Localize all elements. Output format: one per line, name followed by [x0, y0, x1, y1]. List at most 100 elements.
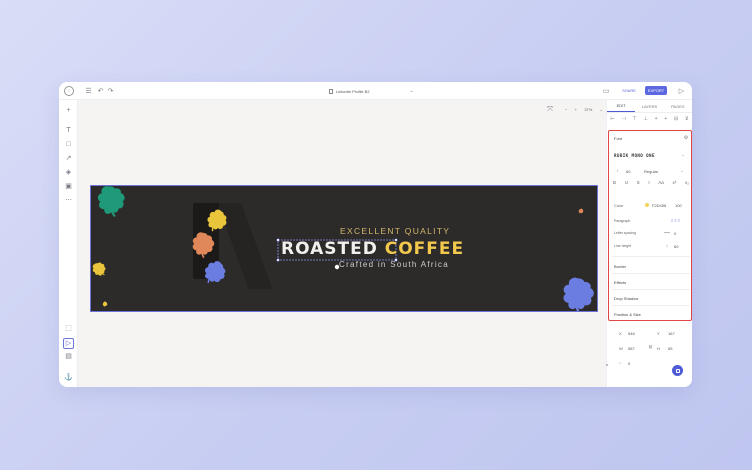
frame-icon[interactable]: ⬚ [63, 323, 74, 334]
line-height-icon: ↨ [666, 243, 668, 248]
paragraph-align-icons: ≡≡≡ [671, 218, 681, 223]
collapse-panel-icon[interactable]: ▸ [605, 362, 610, 368]
zoom-control: − + 37% ⌄ [565, 105, 603, 113]
zoom-in-icon[interactable]: + [575, 107, 577, 112]
preview-icon[interactable]: ▭ [601, 86, 611, 96]
properties-panel: EDIT LAYERS PAGES ⊢ ⊣ ⊤ ⊥ + + ⊟ ⊻ Font ⚙… [606, 100, 692, 387]
effects-section[interactable]: Effects [614, 280, 626, 285]
font-family-chevron-icon[interactable]: ⌄ [680, 152, 686, 158]
fit-screen-icon[interactable]: ⤧ [546, 105, 554, 113]
align-center-icon[interactable]: ⊣ [621, 116, 625, 122]
rotation-input[interactable]: 0 [628, 361, 630, 366]
align-top-icon[interactable]: ⊤ [633, 116, 637, 122]
align-middle-icon[interactable]: ⊥ [644, 116, 648, 122]
app-window: ◌ ☰ ↶ ↷ LinkedIn Profile B2 ⌄ ▭ SHARE EX… [59, 82, 692, 387]
line-height-input[interactable]: 60 [674, 244, 678, 249]
grid-icon[interactable]: ▤ [63, 351, 74, 362]
leaf-blue-bottomright [560, 274, 597, 311]
leaf-small-bottomleft [102, 301, 108, 307]
text-tool-icon[interactable]: T [63, 125, 74, 136]
zoom-out-icon[interactable]: − [565, 107, 567, 112]
position-size-section[interactable]: Position & Size [614, 312, 641, 317]
height-input[interactable]: 65 [668, 346, 672, 351]
color-label: Color [614, 203, 624, 208]
font-settings-icon[interactable]: ⚙ [683, 135, 689, 141]
underline-icon[interactable]: U [625, 180, 628, 185]
pos-y-label: Y [657, 331, 660, 336]
letter-spacing-icon: ⟷ [664, 230, 670, 235]
more-tools-icon[interactable]: ⋯ [63, 195, 74, 206]
leaf-yellow-left [91, 259, 110, 279]
pen-tool-icon[interactable]: ↗ [63, 153, 74, 164]
file-icon [329, 88, 333, 94]
font-weight-chevron-icon[interactable]: ⌄ [679, 168, 685, 174]
color-hex-input[interactable]: F2D458 [652, 203, 666, 208]
line-height-label: Line height [614, 244, 632, 248]
align-left-icon[interactable]: ⊢ [610, 116, 614, 122]
distribute-h-icon[interactable]: + [655, 116, 658, 122]
case-icon[interactable]: Aa [658, 180, 664, 185]
font-size-input[interactable]: 60 [626, 169, 630, 174]
headline-roasted: ROASTED [281, 239, 378, 259]
document-title[interactable]: LinkedIn Profile B2 [329, 87, 370, 95]
tab-edit[interactable]: EDIT [607, 100, 636, 112]
bold-icon[interactable]: B [613, 180, 616, 185]
document-title-text: LinkedIn Profile B2 [336, 88, 370, 94]
rotation-icon: ∟ [618, 360, 623, 365]
leaf-green-topleft [93, 186, 130, 221]
design-canvas[interactable]: ⤧ − + 37% ⌄ EXCELLENT QUALITY ROASTED CO… [78, 100, 606, 387]
tab-layers[interactable]: LAYERS [635, 100, 663, 112]
zoom-chevron-icon[interactable]: ⌄ [600, 107, 603, 112]
subscript-icon[interactable]: x₂ [685, 180, 689, 185]
font-family-select[interactable]: RUBIK MONO ONE [614, 153, 655, 158]
text-style-row: B U S I Aa x² x₂ [613, 180, 689, 185]
redo-icon[interactable]: ↷ [106, 86, 115, 96]
anchor-icon[interactable]: ⚓ [63, 372, 74, 383]
banner-tagline[interactable]: Crafted in South Africa [339, 260, 449, 269]
add-icon[interactable]: + [63, 105, 74, 116]
pos-y-input[interactable]: 167 [668, 331, 675, 336]
chat-icon [675, 368, 680, 373]
letter-spacing-input[interactable]: 0 [674, 231, 676, 236]
panel-tabs: EDIT LAYERS PAGES [607, 100, 692, 113]
align-toolbar: ⊢ ⊣ ⊤ ⊥ + + ⊟ ⊻ [607, 113, 692, 124]
logo-icon[interactable]: ◌ [64, 86, 74, 96]
tab-pages[interactable]: PAGES [664, 100, 692, 112]
banner-headline[interactable]: ROASTED COFFEE [281, 239, 464, 259]
align-text-right-icon[interactable]: ≡ [678, 218, 681, 223]
lock-ratio-icon[interactable]: ⛓ [648, 345, 653, 351]
arrange-icon[interactable]: ⊟ [674, 116, 678, 122]
pos-x-label: X [619, 331, 622, 336]
color-swatch[interactable] [645, 203, 649, 207]
left-toolbar: + T □ ↗ ◈ ▣ ⋯ ⬚ ▷ ▤ ⚓ [59, 100, 78, 387]
chevron-down-icon[interactable]: ⌄ [408, 86, 415, 96]
drop-shadow-section[interactable]: Drop Shadow [614, 296, 638, 301]
shape-tool-icon[interactable]: □ [63, 139, 74, 150]
width-input[interactable]: 587 [628, 346, 635, 351]
image-tool-icon[interactable]: ▣ [63, 181, 74, 192]
video-icon[interactable]: ▷ [63, 338, 74, 349]
distribute-v-icon[interactable]: + [664, 116, 667, 122]
share-button[interactable]: SHARE [620, 86, 638, 95]
font-section-title: Font [614, 136, 623, 141]
letter-spacing-label: Letter spacing [614, 231, 636, 235]
fill-tool-icon[interactable]: ◈ [63, 167, 74, 178]
border-section[interactable]: Border [614, 264, 626, 269]
export-button[interactable]: EXPORT [645, 86, 667, 95]
superscript-icon[interactable]: x² [673, 180, 677, 185]
font-size-icon: ↕ [616, 167, 619, 173]
chat-button[interactable] [672, 365, 683, 376]
menu-icon[interactable]: ☰ [84, 86, 93, 96]
font-weight-select[interactable]: Regular [644, 169, 658, 174]
color-opacity-input[interactable]: 100 [675, 203, 682, 208]
more-align-icon[interactable]: ⊻ [685, 116, 689, 122]
italic-icon[interactable]: I [648, 180, 649, 185]
zoom-level[interactable]: 37% [584, 107, 592, 112]
headline-coffee: COFFEE [384, 239, 465, 259]
play-icon[interactable]: ▷ [677, 86, 686, 96]
banner-subtitle[interactable]: EXCELLENT QUALITY [340, 226, 450, 236]
pos-x-input[interactable]: 546 [628, 331, 635, 336]
undo-icon[interactable]: ↶ [96, 86, 105, 96]
coffee-banner[interactable]: EXCELLENT QUALITY ROASTED COFFEE Crafted… [90, 185, 598, 312]
strikethrough-icon[interactable]: S [637, 180, 640, 185]
